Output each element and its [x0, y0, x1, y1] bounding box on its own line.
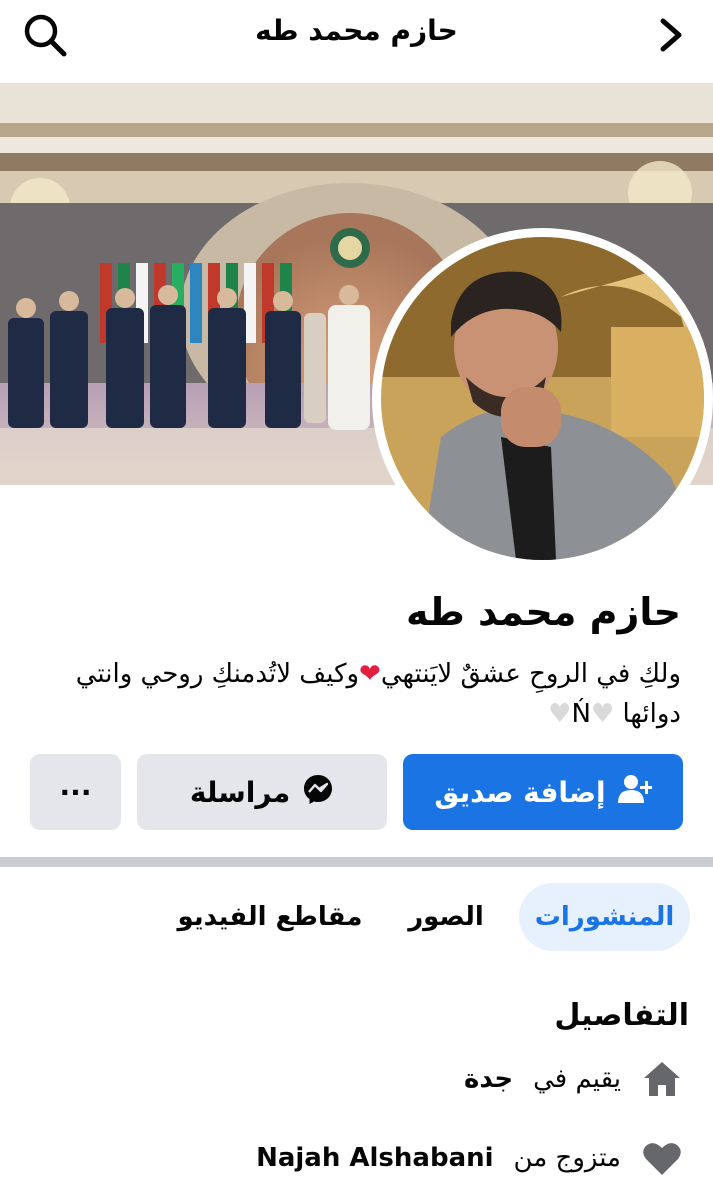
- add-friend-icon: [617, 774, 653, 811]
- lives-in-prefix: يقيم في: [533, 1064, 621, 1094]
- profile-name: حازم محمد طه: [405, 590, 681, 634]
- spouse-link[interactable]: Najah Alshabani: [256, 1143, 493, 1173]
- white-heart-icon: ♥: [548, 699, 572, 729]
- bio-text-1: ولكِ في الروحِ عشقٌ لايَنتهي: [380, 659, 681, 689]
- add-friend-button[interactable]: إضافة صديق: [403, 754, 683, 830]
- add-friend-label: إضافة صديق: [434, 775, 606, 809]
- red-heart-icon: ❤: [359, 659, 381, 689]
- profile-bio: ولكِ في الروحِ عشقٌ لايَنتهي❤وكيف لاتُدم…: [40, 654, 681, 734]
- section-divider: [0, 857, 713, 867]
- tab-videos[interactable]: مقاطع الفيديو: [170, 883, 370, 951]
- page-title: حازم محمد طه: [255, 14, 458, 47]
- tab-photos[interactable]: الصور: [395, 883, 497, 951]
- more-options-button[interactable]: ···: [30, 754, 121, 830]
- detail-married-to: متزوج من Najah Alshabani: [256, 1135, 683, 1181]
- message-label: مراسلة: [189, 775, 291, 809]
- profile-tabs: المنشورات الصور مقاطع الفيديو: [0, 883, 713, 953]
- heart-icon: [641, 1137, 683, 1179]
- messenger-icon: [302, 773, 334, 812]
- detail-lives-in: يقيم في جدة: [464, 1056, 683, 1102]
- bio-letter: Ń: [571, 699, 591, 729]
- white-heart-icon: ♥: [590, 699, 615, 729]
- city-link[interactable]: جدة: [464, 1064, 513, 1094]
- chevron-right-icon[interactable]: [651, 15, 691, 55]
- message-button[interactable]: مراسلة: [137, 754, 387, 830]
- home-icon: [641, 1058, 683, 1100]
- profile-avatar[interactable]: [372, 228, 713, 569]
- more-icon: ···: [59, 775, 92, 809]
- married-prefix: متزوج من: [513, 1143, 621, 1173]
- details-heading: التفاصيل: [554, 998, 689, 1033]
- tab-posts[interactable]: المنشورات: [519, 883, 690, 951]
- top-bar: حازم محمد طه: [0, 0, 713, 70]
